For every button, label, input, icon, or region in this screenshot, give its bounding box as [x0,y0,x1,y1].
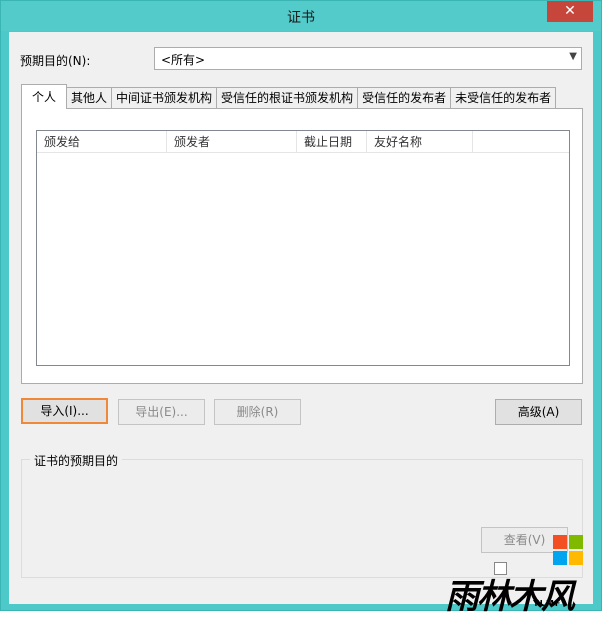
advanced-button[interactable]: 高级(A) [495,399,582,425]
window-title: 证书 [287,10,315,26]
tab-trusted-publishers[interactable]: 受信任的发布者 [357,87,452,109]
tab-other-people[interactable]: 其他人 [66,87,113,109]
tab-trusted-root-ca[interactable]: 受信任的根证书颁发机构 [216,87,359,109]
column-issued-to[interactable]: 颁发给 [37,131,167,153]
column-extra[interactable] [473,131,569,153]
tab-untrusted-publishers[interactable]: 未受信任的发布者 [450,87,557,109]
intended-purpose-select[interactable]: <所有> ▼ [154,47,582,70]
windows-logo-icon [553,535,583,565]
intended-purpose-value: <所有> [161,53,206,67]
dialog-client: 预期目的(N): <所有> ▼ 个人 其他人 中间证书颁发机构 受信任的根证书颁… [9,32,593,604]
column-issued-by[interactable]: 颁发者 [167,131,297,153]
tab-personal[interactable]: 个人 [21,84,68,109]
title-bar[interactable]: 证书 ✕ [1,1,601,31]
close-icon: ✕ [564,3,576,19]
intended-purpose-label: 预期目的(N): [20,54,91,68]
watermark-subtext: YLMF [533,599,562,608]
certificates-window: 证书 ✕ 预期目的(N): <所有> ▼ 个人 其他人 中间证书颁发机构 受信任… [0,0,602,617]
tab-intermediate-ca[interactable]: 中间证书颁发机构 [111,87,218,109]
close-button[interactable]: ✕ [547,1,593,22]
certificate-list[interactable]: 颁发给 颁发者 截止日期 友好名称 [36,130,570,366]
store-tabs: 个人 其他人 中间证书颁发机构 受信任的根证书颁发机构 受信任的发布者 未受信任… [21,84,557,109]
watermark: 雨林木风 YLMF [441,529,602,617]
chevron-down-icon: ▼ [569,51,577,62]
list-header: 颁发给 颁发者 截止日期 友好名称 [37,131,569,153]
remove-button[interactable]: 删除(R) [214,399,301,425]
tab-panel: 颁发给 颁发者 截止日期 友好名称 [21,108,583,384]
column-expiration-date[interactable]: 截止日期 [297,131,367,153]
import-button[interactable]: 导入(I)... [21,398,108,424]
column-friendly-name[interactable]: 友好名称 [367,131,473,153]
export-button[interactable]: 导出(E)... [118,399,205,425]
intended-purposes-label: 证书的预期目的 [30,452,123,469]
